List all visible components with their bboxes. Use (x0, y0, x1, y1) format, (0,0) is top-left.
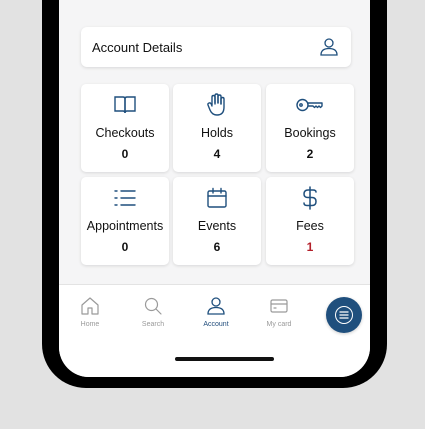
phone-screen: Account Details Checkouts 0 Holds 4 Book… (59, 0, 370, 377)
menu-icon (335, 306, 353, 324)
account-details-button[interactable]: Account Details (81, 27, 351, 67)
tile-count: 6 (213, 240, 221, 254)
key-icon (296, 92, 324, 118)
tile-label: Fees (296, 219, 324, 233)
tile-count: 1 (306, 240, 314, 254)
tile-events[interactable]: Events 6 (173, 177, 261, 265)
tile-appointments[interactable]: Appointments 0 (81, 177, 169, 265)
tab-label: Account (203, 321, 229, 328)
home-indicator (175, 357, 274, 361)
tile-count: 0 (121, 240, 129, 254)
tile-label: Checkouts (95, 126, 155, 140)
tab-account[interactable]: Account (191, 295, 241, 328)
card-icon (268, 295, 290, 317)
user-icon (318, 36, 340, 58)
tile-label: Holds (201, 126, 233, 140)
list-icon (111, 185, 139, 211)
dollar-icon (296, 185, 324, 211)
tab-label: My card (266, 321, 292, 328)
calendar-icon (203, 185, 231, 211)
search-icon (142, 295, 164, 317)
tile-checkouts[interactable]: Checkouts 0 (81, 84, 169, 172)
tile-count: 0 (121, 147, 129, 161)
tab-label: Search (141, 321, 165, 328)
tab-bar: Home Search Account My card (59, 284, 370, 377)
tile-fees[interactable]: Fees 1 (266, 177, 354, 265)
home-icon (79, 295, 101, 317)
hand-icon (203, 92, 231, 118)
tile-label: Appointments (86, 219, 164, 233)
tile-count: 2 (306, 147, 314, 161)
tile-bookings[interactable]: Bookings 2 (266, 84, 354, 172)
tile-label: Events (197, 219, 237, 233)
tile-holds[interactable]: Holds 4 (173, 84, 261, 172)
tab-search[interactable]: Search (128, 295, 178, 328)
menu-button[interactable] (326, 297, 362, 333)
tile-count: 4 (213, 147, 221, 161)
tab-home[interactable]: Home (65, 295, 115, 328)
tab-label: Home (80, 321, 100, 328)
tile-label: Bookings (284, 126, 336, 140)
tab-my-card[interactable]: My card (254, 295, 304, 328)
account-details-label: Account Details (92, 39, 183, 55)
book-icon (111, 92, 139, 118)
user-icon (205, 295, 227, 317)
